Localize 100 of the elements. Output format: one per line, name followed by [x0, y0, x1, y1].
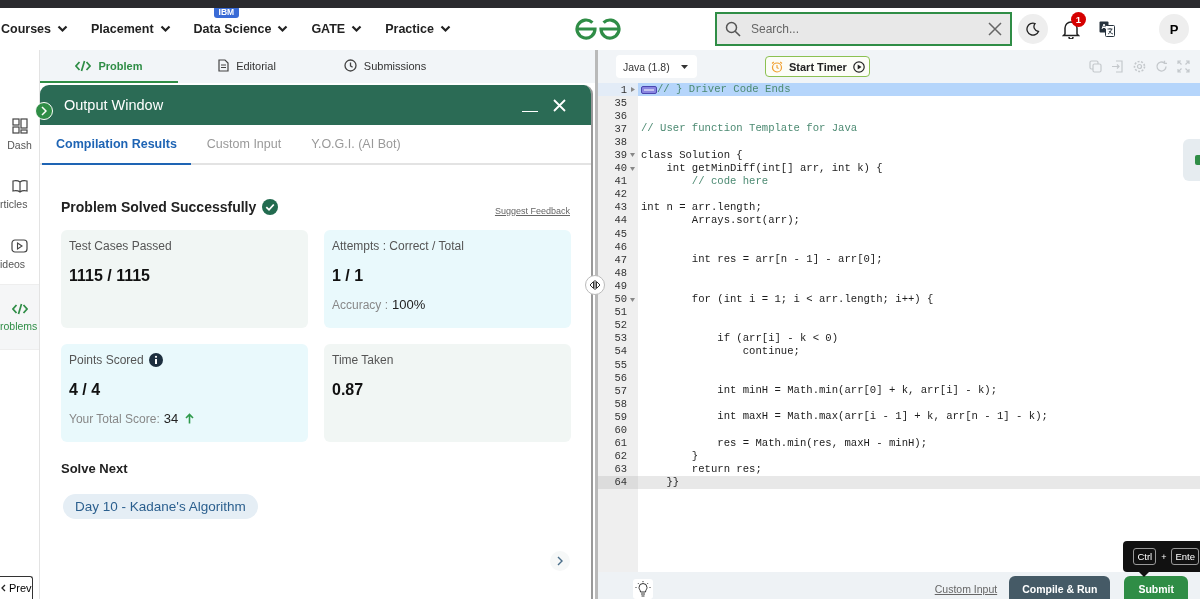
code-comment: // code here: [690, 174, 769, 188]
card-label: Time Taken: [332, 353, 394, 367]
nav-menu[interactable]: Data Science: [193, 22, 289, 36]
line-number: 36: [598, 109, 638, 123]
note-value: 100%: [392, 297, 426, 312]
fold-arrow-icon[interactable]: [630, 166, 635, 171]
sidebar-item[interactable]: Dash: [0, 104, 39, 164]
next-button[interactable]: [550, 551, 570, 571]
video-icon: [11, 238, 28, 253]
card-value: 1115 / 1115: [69, 267, 151, 285]
line-number: 45: [598, 227, 638, 241]
code-line: return res;: [690, 462, 762, 476]
timer-button[interactable]: Start Timer: [765, 56, 870, 77]
note-label: Accuracy :: [332, 297, 388, 312]
clock-icon: [343, 59, 357, 72]
line-number: 37: [598, 122, 638, 136]
chevron-down-icon: [277, 25, 289, 33]
code-comment: // } Driver Code Ends: [657, 83, 791, 97]
card-label: Attempts : Correct / Total: [332, 239, 464, 253]
language-dropdown[interactable]: Java (1.8): [616, 55, 697, 78]
code-icon: [75, 59, 92, 72]
code-line: }: [690, 449, 699, 463]
card-value: 1 / 1: [332, 267, 365, 285]
search-field[interactable]: Search...: [715, 12, 1012, 46]
code-line: int maxH = Math.max(arr[i - 1] + k, arr[n - 1] - k);: [716, 410, 1048, 424]
code-line: for (int i = 1; i < arr.length; i++) {: [690, 292, 934, 306]
chevron-left-icon: [1, 584, 6, 592]
prev-button[interactable]: Prev: [0, 576, 33, 599]
translate-icon[interactable]: [1099, 21, 1115, 37]
avatar[interactable]: P: [1159, 14, 1189, 44]
plus-sign: +: [1161, 551, 1167, 562]
problem-link[interactable]: Day 10 - Kadane's Algorithm: [63, 494, 258, 519]
collapsed-code-icon[interactable]: [641, 85, 657, 94]
note-label: Your Total Score:: [69, 411, 160, 426]
book-icon: [11, 178, 28, 193]
code-line: int minH = Math.min(arr[0] + k, arr[i] - k);: [716, 384, 997, 398]
submit-button[interactable]: Submit: [1124, 576, 1188, 599]
line-number: 59: [598, 410, 638, 424]
chevron-down-icon: [439, 25, 451, 33]
notification-badge: 1: [1071, 11, 1086, 27]
tab[interactable]: Compilation Results: [42, 125, 191, 165]
card-value: 4 / 4: [69, 381, 102, 399]
chevron-down-icon: [57, 25, 69, 33]
caret-icon: [681, 64, 688, 69]
close-button[interactable]: [553, 98, 566, 112]
line-number: 47: [598, 253, 638, 267]
resize-arrows-icon: [589, 280, 601, 290]
code-line: Arrays.sort(arr);: [690, 214, 800, 227]
line-number: 35: [598, 96, 638, 110]
theme-toggle[interactable]: [1018, 14, 1048, 44]
alarm-clock-icon: [771, 60, 783, 73]
sidebar-item[interactable]: roblems: [0, 284, 39, 350]
tab[interactable]: Problem: [40, 50, 178, 83]
sidebar-item[interactable]: rticles: [0, 164, 39, 224]
nav-menu[interactable]: GATE: [311, 22, 363, 36]
status-message: Problem Solved Successfully: [61, 199, 257, 215]
key-label: Ctrl: [1133, 548, 1157, 565]
note-value: 34: [163, 411, 179, 426]
compile-run-button[interactable]: Compile & Run: [1009, 576, 1111, 599]
line-number: 38: [598, 135, 638, 149]
code-line: int getMinDiff(int[] arr, int k) {: [665, 161, 883, 175]
dashboard-icon: [11, 117, 28, 134]
code-line: }}: [665, 475, 680, 489]
section-heading: Solve Next: [61, 461, 129, 476]
nav-menu[interactable]: Practice: [385, 22, 451, 36]
check-circle-icon: [262, 199, 279, 215]
fold-arrow-icon[interactable]: [630, 153, 635, 158]
fold-arrow-icon[interactable]: [631, 87, 635, 92]
play-circle-icon: [852, 60, 865, 73]
chevron-down-icon: [351, 25, 363, 33]
custom-input-link[interactable]: Custom Input: [934, 582, 998, 595]
line-number: 58: [598, 397, 638, 411]
line-number: 39: [598, 148, 638, 162]
code-line: int res = arr[n - 1] - arr[0];: [690, 253, 883, 267]
chevron-right-icon: [557, 556, 563, 566]
chevron-right-icon: [41, 106, 47, 116]
window-title: Output Window: [64, 97, 165, 113]
tab[interactable]: Editorial: [178, 50, 316, 83]
tab[interactable]: Submissions: [316, 50, 454, 83]
card-label: Points Scored: [69, 353, 144, 367]
search-input[interactable]: Search...: [749, 21, 980, 37]
moon-icon: [1026, 22, 1040, 36]
fold-arrow-icon[interactable]: [630, 297, 635, 302]
card-label: Test Cases Passed: [69, 239, 172, 253]
line-number: 48: [598, 266, 638, 280]
close-icon[interactable]: [988, 22, 1002, 36]
code-line: int n = arr.length;: [641, 200, 762, 214]
logo-icon[interactable]: [573, 18, 623, 40]
nav-menu[interactable]: Courses: [1, 22, 69, 36]
hint-button[interactable]: [633, 578, 653, 599]
sidebar-item[interactable]: ideos: [0, 224, 39, 284]
nav-menu[interactable]: Placement: [91, 22, 171, 36]
line-number: 60: [598, 423, 638, 437]
lightbulb-icon: [635, 580, 651, 597]
code-line: continue;: [741, 344, 800, 358]
close-icon: [553, 98, 566, 112]
chevron-down-icon: [159, 25, 171, 33]
feedback-link[interactable]: Suggest Feedback: [494, 206, 570, 216]
bell-icon[interactable]: [1062, 19, 1080, 39]
search-icon: [725, 21, 741, 37]
